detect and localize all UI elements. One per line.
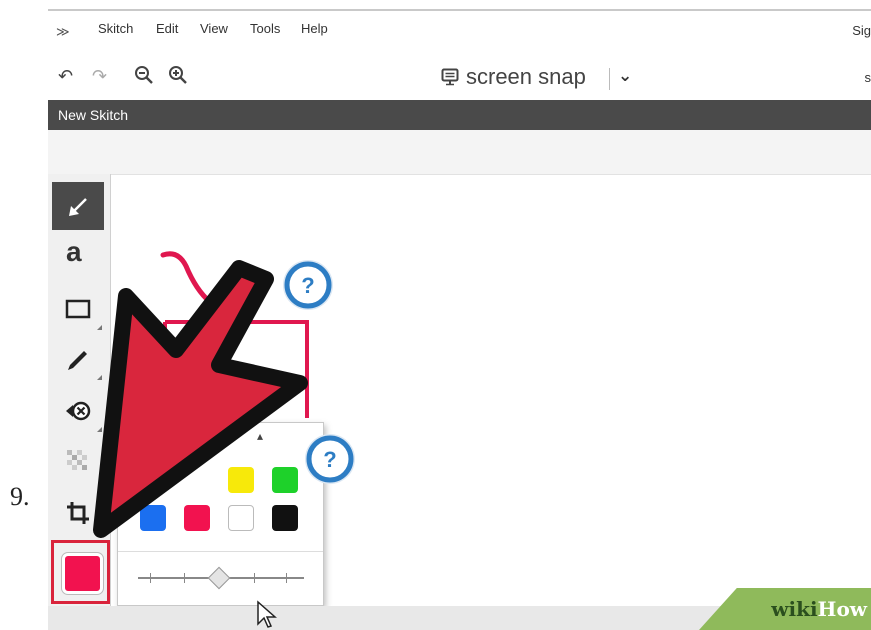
wikihow-watermark: wikiHow: [699, 588, 871, 630]
annotation-layer: ? ? ▴: [93, 251, 355, 538]
watermark-wiki: wiki: [771, 597, 818, 621]
help-question-icon: ?: [283, 260, 333, 310]
svg-text:?: ?: [301, 273, 314, 298]
tutorial-red-arrow-icon: [93, 260, 308, 538]
watermark-how: How: [817, 597, 867, 621]
help-question-icon: ?: [305, 434, 355, 484]
mouse-cursor-icon: [257, 600, 277, 628]
pink-arrow-annotation: [160, 251, 213, 305]
svg-text:?: ?: [323, 447, 336, 472]
skitch-window: ≫ Skitch Edit View Tools Help Sig ↶ ↷ sc…: [0, 0, 871, 630]
watermark-text: wikiHow: [771, 597, 867, 621]
popup-header-caret: ▴: [257, 429, 263, 443]
